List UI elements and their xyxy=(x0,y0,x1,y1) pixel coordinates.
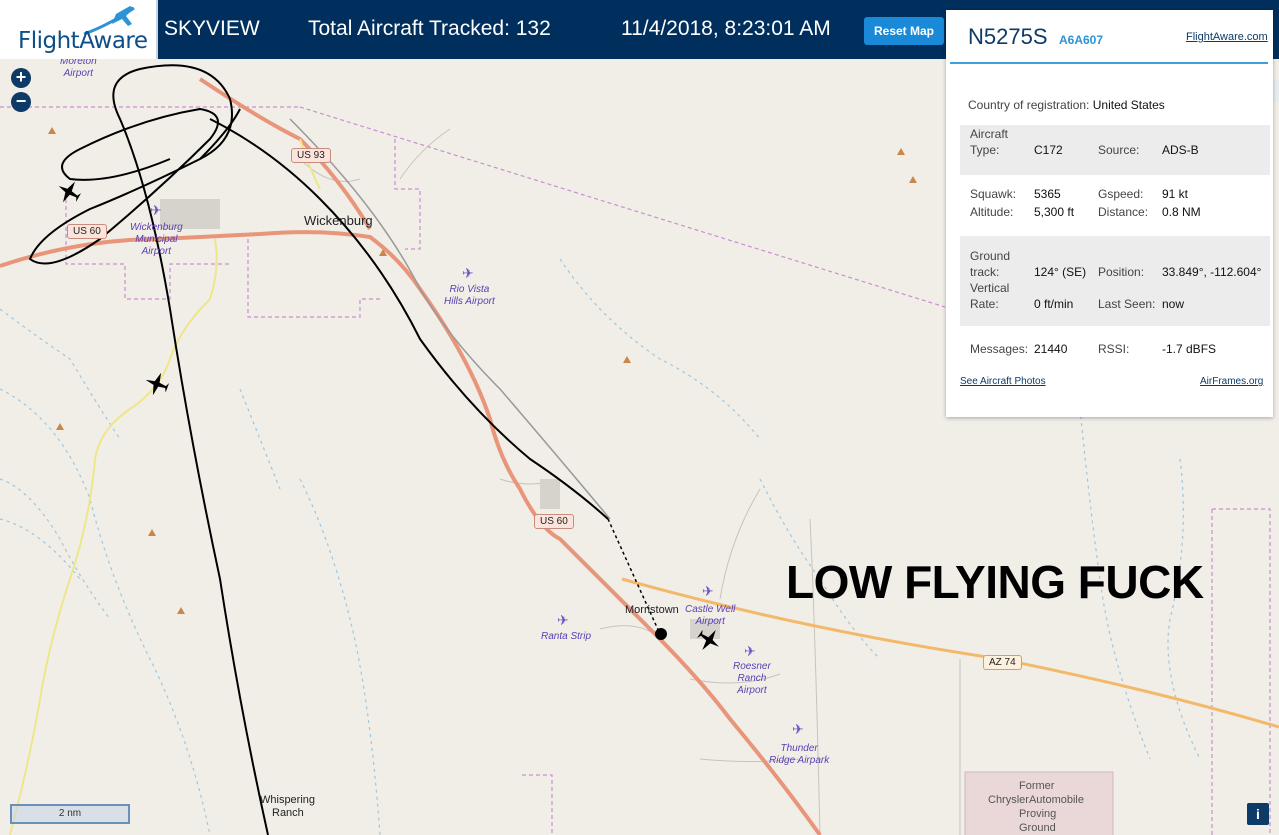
country-label: Country of registration: xyxy=(968,98,1090,112)
flightaware-logo[interactable]: FlightAware xyxy=(0,0,158,59)
route-shield-us60: US 60 xyxy=(534,514,574,529)
squawk-value: 5365 xyxy=(1034,187,1061,201)
aircraft-type-value: C172 xyxy=(1034,143,1063,157)
route-shield-us93: US 93 xyxy=(291,148,331,163)
messages-value: 21440 xyxy=(1034,342,1068,356)
airport-icon: ✈ xyxy=(702,583,714,599)
logo-text: FlightAware xyxy=(18,28,148,54)
place-label-whispering: Whispering xyxy=(260,794,316,806)
place-label-morristown: Morristown xyxy=(625,604,679,616)
position-label: Position: xyxy=(1098,265,1145,279)
minor-roads xyxy=(299,128,961,835)
gspeed-label: Gspeed: xyxy=(1098,187,1144,201)
aircraft-info-popup: N5275S A6A607 FlightAware.com Country of… xyxy=(946,10,1273,417)
selected-aircraft-icon[interactable] xyxy=(696,627,722,653)
urban-areas xyxy=(160,199,720,639)
airport-label-roesner: Roesner Ranch Airport xyxy=(733,661,771,696)
airport-label-moreton: Moreton Airport xyxy=(60,59,97,79)
position-value: 33.849°, -112.604° xyxy=(1162,265,1262,279)
ground-track-value: 124° (SE) xyxy=(1034,265,1087,279)
altitude-value: 5,300 ft xyxy=(1034,205,1075,219)
airport-icon: ✈ xyxy=(462,265,474,281)
place-label-ranch: Ranch xyxy=(272,807,304,819)
flightaware-link[interactable]: FlightAware.com xyxy=(1186,31,1268,43)
aircraft-photos-link[interactable]: See Aircraft Photos xyxy=(960,376,1046,387)
aircraft-hex-code: A6A607 xyxy=(1059,33,1104,47)
altitude-label: Altitude: xyxy=(970,205,1014,219)
place-label-ground: Ground xyxy=(1019,822,1056,834)
scale-bar: 2 nm xyxy=(10,804,130,824)
gspeed-value: 91 kt xyxy=(1162,187,1189,201)
place-label-former: Former xyxy=(1019,780,1055,792)
divider xyxy=(950,62,1268,64)
airport-icon: ✈ xyxy=(557,612,569,628)
squawk-label: Squawk: xyxy=(970,187,1017,201)
aircraft-tracked-count: Total Aircraft Tracked: 132 xyxy=(308,17,551,40)
route-shield-us60: US 60 xyxy=(67,224,107,239)
place-label-wickenburg: Wickenburg xyxy=(304,213,373,228)
zoom-in-button[interactable]: + xyxy=(11,68,31,88)
distance-label: Distance: xyxy=(1098,205,1149,219)
airport-icon: ✈ xyxy=(744,643,756,659)
datetime: 11/4/2018, 8:23:01 AM xyxy=(621,17,831,40)
last-seen-value: now xyxy=(1162,297,1185,311)
aircraft-registration: N5275S xyxy=(968,24,1048,49)
distance-value: 0.8 NM xyxy=(1162,205,1201,219)
us60-road xyxy=(0,230,822,835)
app-title: SKYVIEW xyxy=(164,17,260,40)
us93-road xyxy=(198,77,372,231)
airport-label-ranta: Ranta Strip xyxy=(541,631,592,642)
country-value: United States xyxy=(1092,98,1165,112)
airport-label-castle-well: Castle Well Airport xyxy=(685,604,736,627)
vertical-rate-value: 0 ft/min xyxy=(1034,297,1074,311)
airport-icon: ✈ xyxy=(792,721,804,737)
rssi-value: -1.7 dBFS xyxy=(1162,342,1217,356)
source-label: Source: xyxy=(1098,143,1140,157)
airport-label-rio-vista: Rio Vista Hills Airport xyxy=(444,284,495,307)
info-button[interactable]: i xyxy=(1247,803,1269,825)
source-value: ADS-B xyxy=(1162,143,1199,157)
zoom-out-button[interactable]: − xyxy=(11,92,31,112)
aircraft-type-label: Aircraft Type: xyxy=(970,127,1009,157)
route-shield-az74: AZ 74 xyxy=(983,655,1022,670)
last-seen-label: Last Seen: xyxy=(1098,297,1156,311)
messages-label: Messages: xyxy=(970,342,1029,356)
place-label-chrysler: ChryslerAutomobile xyxy=(988,794,1084,806)
country-row: Country of registration: United States xyxy=(968,98,1165,112)
vertical-rate-label: Vertical Rate: xyxy=(970,281,1010,311)
rssi-label: RSSI: xyxy=(1098,342,1130,356)
airframes-link[interactable]: AirFrames.org xyxy=(1200,376,1263,387)
overlay-caption: LOW FLYING FUCK xyxy=(786,556,1204,608)
place-label-proving: Proving xyxy=(1019,808,1057,820)
airport-label-thunder-ridge: Thunder Ridge Airpark xyxy=(769,743,830,766)
airport-label-wickenburg: Wickenburg Municipal Airport xyxy=(130,222,183,257)
aircraft-icon[interactable] xyxy=(144,371,170,397)
reset-map-button[interactable]: Reset Map xyxy=(864,17,944,45)
ground-track-label: Ground track: xyxy=(970,249,1011,279)
flight-track xyxy=(28,64,661,835)
aircraft-icon[interactable] xyxy=(56,179,82,205)
airport-icon: ✈ xyxy=(150,202,162,218)
track-endpoint xyxy=(655,628,667,640)
